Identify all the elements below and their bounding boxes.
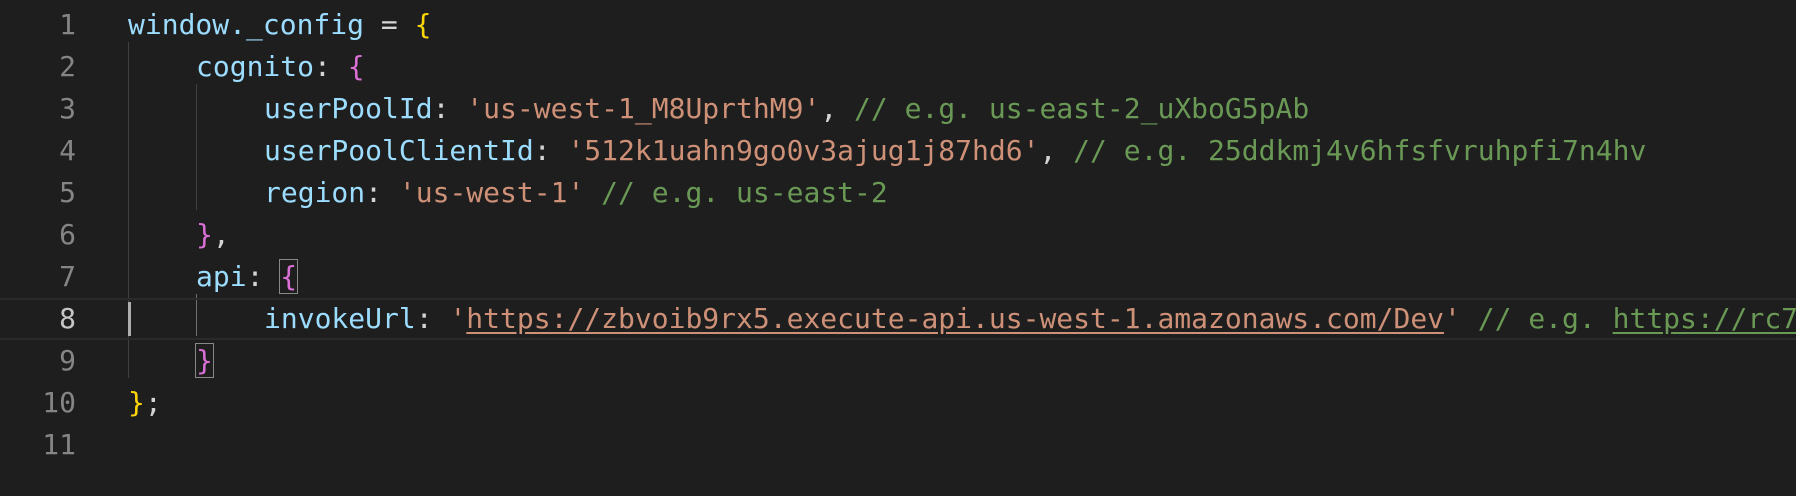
code-token: : xyxy=(246,260,281,293)
code-line[interactable]: 6}, xyxy=(0,214,1796,256)
code-line[interactable]: 1 window._config = { xyxy=(0,4,1796,46)
line-number: 11 xyxy=(42,428,76,461)
line-number: 6 xyxy=(59,218,76,251)
code-line[interactable]: 7 api: { xyxy=(0,256,1796,298)
url-link[interactable]: https://zbvoib9rx5.execute-api.us-west-1… xyxy=(466,302,1444,335)
code-token: { xyxy=(279,259,299,294)
code-line[interactable]: 9} xyxy=(0,340,1796,382)
line-code: invokeUrl: 'https://zbvoib9rx5.execute-a… xyxy=(264,298,1796,340)
line-code: region: 'us-west-1' // e.g. us-east-2 xyxy=(264,172,888,214)
line-code: }; xyxy=(128,382,162,424)
code-token: , xyxy=(820,92,855,125)
code-token: { xyxy=(347,50,365,83)
url-link[interactable]: https://rc7 xyxy=(1613,302,1796,335)
code-line[interactable]: 5 region: 'us-west-1' // e.g. us-east-2 xyxy=(0,172,1796,214)
code-token: ; xyxy=(144,386,162,419)
line-code: userPoolId: 'us-west-1_M8UprthM9', // e.… xyxy=(264,88,1309,130)
code-token: , xyxy=(212,218,230,251)
code-line[interactable]: 2 cognito: { xyxy=(0,46,1796,88)
line-number: 10 xyxy=(42,386,76,419)
code-token: : xyxy=(432,92,467,125)
line-number: 1 xyxy=(59,8,76,41)
code-token: // e.g. us-east-2 xyxy=(601,176,888,209)
line-number: 8 xyxy=(59,302,76,335)
code-token: 'us-west-1' xyxy=(398,176,585,209)
code-token: ' xyxy=(1444,302,1461,335)
code-token: } xyxy=(128,386,145,419)
line-code: window._config = { xyxy=(128,4,431,46)
code-token: 'us-west-1_M8UprthM9' xyxy=(466,92,821,125)
text-cursor xyxy=(128,302,131,336)
code-token: } xyxy=(195,343,214,378)
code-token: userPoolClientId xyxy=(264,134,534,167)
code-line[interactable]: 4 userPoolClientId: '512k1uahn9go0v3ajug1… xyxy=(0,130,1796,172)
code-token: cognito xyxy=(196,50,315,83)
line-number: 2 xyxy=(59,50,76,83)
code-token: region xyxy=(264,176,366,209)
code-token: = xyxy=(364,8,415,41)
code-line[interactable]: 3 userPoolId: 'us-west-1_M8UprthM9', // e… xyxy=(0,88,1796,130)
code-editor[interactable]: 1 window._config = {2 cognito: {3 userPoolI… xyxy=(0,0,1796,496)
code-token: , xyxy=(1039,134,1074,167)
code-token: : xyxy=(365,176,399,209)
code-token: } xyxy=(196,218,213,251)
line-number: 9 xyxy=(59,344,76,377)
code-token: api xyxy=(196,260,247,293)
code-token: '512k1uahn9go0v3ajug1j87hd6' xyxy=(567,134,1040,167)
line-code: }, xyxy=(196,214,230,256)
code-token: ' xyxy=(449,302,467,335)
code-token: : xyxy=(533,134,568,167)
code-line[interactable]: 10}; xyxy=(0,382,1796,424)
line-number: 3 xyxy=(59,92,76,125)
code-token: // e.g. 25ddkmj4v6hfsfvruhpfi7n4hv xyxy=(1073,134,1647,167)
code-token: window._config xyxy=(128,8,365,41)
code-token: // e.g. xyxy=(1477,302,1613,335)
code-token: userPoolId xyxy=(264,92,433,125)
line-number: 4 xyxy=(59,134,76,167)
line-code: api: { xyxy=(196,256,299,298)
code-line[interactable]: 11 xyxy=(0,424,1796,466)
line-code: userPoolClientId: '512k1uahn9go0v3ajug1j… xyxy=(264,130,1646,172)
line-code: cognito: { xyxy=(196,46,365,88)
code-token: : xyxy=(314,50,348,83)
code-token: { xyxy=(414,8,432,41)
code-token: invokeUrl xyxy=(264,302,416,335)
code-line[interactable]: 8 invokeUrl: 'https://zbvoib9rx5.execute-… xyxy=(0,298,1796,340)
code-token: : xyxy=(415,302,450,335)
line-code: } xyxy=(195,340,214,382)
line-number: 7 xyxy=(59,260,76,293)
code-token: // e.g. us-east-2_uXboG5pAb xyxy=(854,92,1310,125)
line-number: 5 xyxy=(59,176,76,209)
